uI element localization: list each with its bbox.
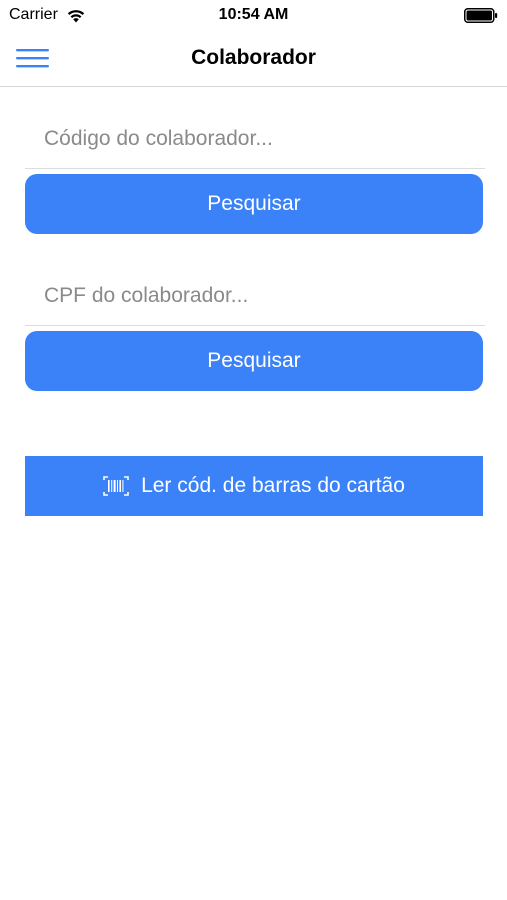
status-time: 10:54 AM	[218, 6, 289, 23]
employee-code-input[interactable]	[25, 110, 485, 168]
cpf-input[interactable]	[25, 267, 485, 325]
cpf-field	[25, 267, 485, 326]
search-by-cpf-button[interactable]: Pesquisar	[25, 331, 483, 391]
search-by-code-label: Pesquisar	[207, 192, 301, 215]
battery-full-icon	[464, 8, 498, 23]
scan-barcode-button[interactable]: Ler cód. de barras do cartão	[25, 456, 483, 516]
search-by-cpf-label: Pesquisar	[207, 349, 301, 372]
scan-barcode-label: Ler cód. de barras do cartão	[141, 474, 405, 497]
status-bar: Carrier 10:54 AM	[0, 0, 507, 30]
employee-code-field	[25, 110, 485, 169]
navigation-bar: Colaborador	[0, 30, 507, 87]
barcode-icon	[103, 476, 129, 496]
page-title: Colaborador	[191, 46, 316, 69]
search-by-code-button[interactable]: Pesquisar	[25, 174, 483, 234]
